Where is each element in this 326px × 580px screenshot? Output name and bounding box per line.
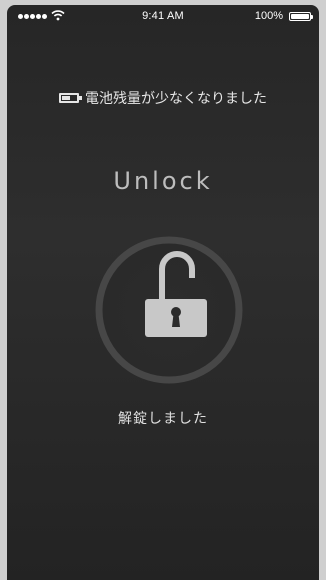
device-frame: 9:41 AM 100% 電池残量が少なくなりました Unlock 解錠しました — [0, 0, 326, 580]
unlock-title: Unlock — [113, 167, 213, 195]
unlock-button[interactable] — [84, 231, 254, 389]
lock-screen: 9:41 AM 100% 電池残量が少なくなりました Unlock 解錠しました — [7, 5, 319, 580]
battery-full-icon — [289, 12, 313, 21]
low-battery-text: 電池残量が少なくなりました — [85, 91, 267, 107]
status-bar: 9:41 AM 100% — [7, 5, 319, 29]
low-battery-notice: 電池残量が少なくなりました — [7, 88, 319, 108]
unlocked-status-text: 解錠しました — [118, 411, 208, 427]
battery-percentage: 100% — [254, 10, 283, 22]
low-battery-icon — [59, 93, 82, 103]
open-padlock-icon — [95, 236, 243, 384]
